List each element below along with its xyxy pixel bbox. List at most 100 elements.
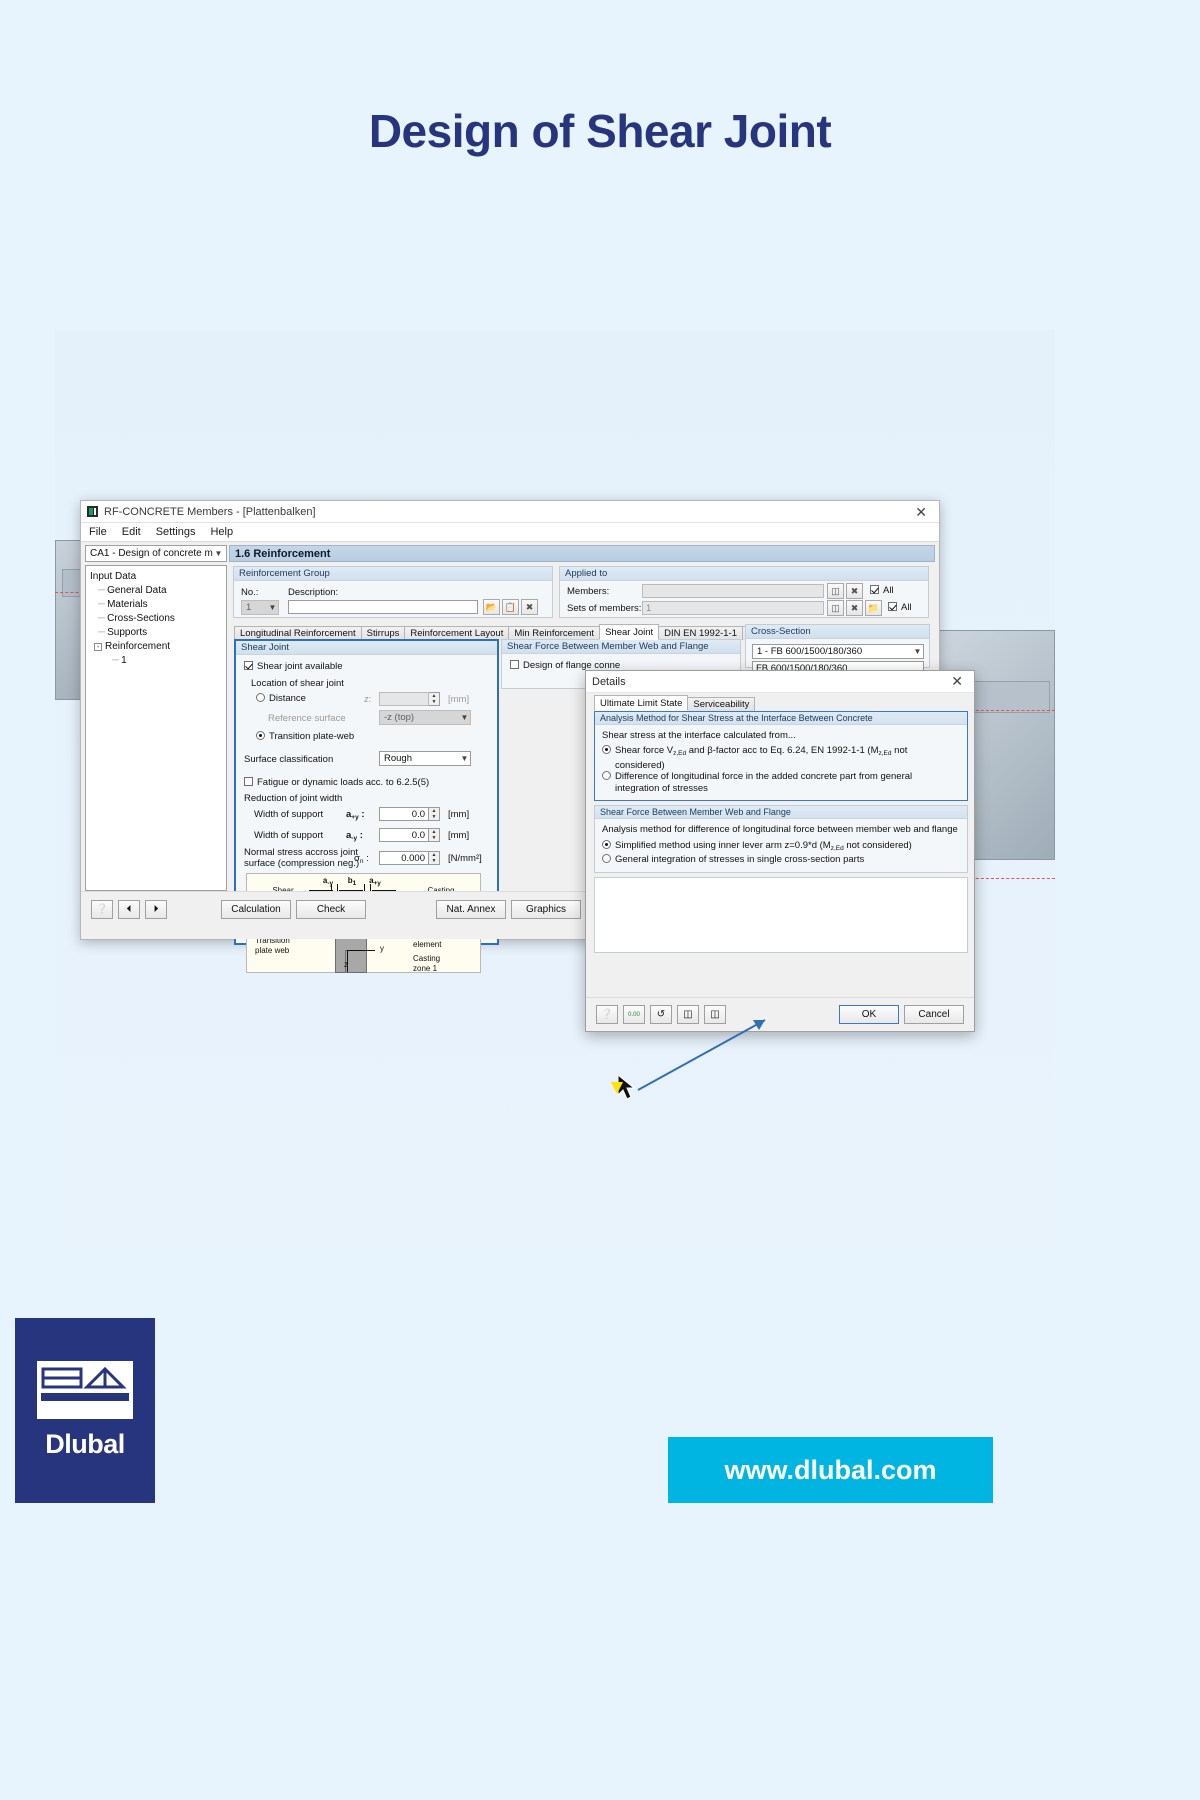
details-export-icon-button[interactable]: ◫ bbox=[704, 1005, 726, 1024]
transition-plate-web-radio[interactable]: Transition plate-web bbox=[256, 731, 354, 742]
radio-icon bbox=[602, 771, 611, 780]
tree-collapse-icon[interactable]: - bbox=[94, 643, 102, 651]
details-help-icon-button[interactable]: ❔ bbox=[596, 1005, 618, 1024]
folder-sets-icon[interactable]: 📁 bbox=[865, 600, 882, 616]
website-url-bar[interactable]: www.dlubal.com bbox=[668, 1437, 993, 1503]
tab-min-reinforcement[interactable]: Min Reinforcement bbox=[508, 626, 601, 640]
menu-item-edit[interactable]: Edit bbox=[122, 526, 141, 538]
clear-members-icon[interactable]: ✖ bbox=[846, 583, 863, 599]
close-icon[interactable]: ✕ bbox=[946, 673, 968, 690]
reinforcement-group-box: Reinforcement Group No.: Description: 1 … bbox=[233, 566, 553, 618]
tree-item-supports[interactable]: ─ Supports bbox=[88, 626, 224, 640]
tab-stirrups[interactable]: Stirrups bbox=[360, 626, 406, 640]
distance-radio[interactable]: Distance bbox=[256, 693, 306, 704]
navigator-pane: CA1 - Design of concrete memb ▼ Input Da… bbox=[85, 545, 227, 891]
tree-item-reinforcement[interactable]: - Reinforcement bbox=[88, 640, 224, 654]
diagram-label-transition-plate-web: Transition plate web bbox=[255, 936, 313, 956]
width-of-support-1-unit: [mm] bbox=[448, 809, 470, 820]
tab-reinforcement-layout[interactable]: Reinforcement Layout bbox=[404, 626, 510, 640]
tree-item-input-data[interactable]: Input Data bbox=[88, 570, 224, 584]
design-case-selector[interactable]: CA1 - Design of concrete memb ▼ bbox=[85, 545, 227, 562]
select-sets-icon[interactable]: ◫ bbox=[827, 600, 844, 616]
shear-joint-panel-title: Shear Joint bbox=[236, 641, 497, 655]
tree-item-materials[interactable]: ─ Materials bbox=[88, 598, 224, 612]
details-shear-force-option-2[interactable]: General integration of stresses in singl… bbox=[602, 854, 864, 866]
next-view-icon-button[interactable]: ⏵ bbox=[145, 900, 167, 919]
delete-group-icon[interactable]: ✖ bbox=[521, 599, 538, 615]
analysis-method-option-2[interactable]: Difference of longitudinal force in the … bbox=[602, 771, 960, 795]
menu-item-settings[interactable]: Settings bbox=[156, 526, 196, 538]
design-case-value: CA1 - Design of concrete memb bbox=[90, 548, 213, 559]
prev-view-icon-button[interactable]: ⏴ bbox=[118, 900, 140, 919]
diagram-axis-y-label: y bbox=[380, 944, 384, 953]
details-cancel-button[interactable]: Cancel bbox=[904, 1005, 964, 1024]
normal-stress-input[interactable]: 0.000 bbox=[379, 851, 429, 865]
close-icon[interactable]: ✕ bbox=[909, 505, 933, 519]
width-of-support-1-input-group[interactable]: 0.0 ▲ ▼ bbox=[379, 807, 440, 821]
menu-bar: File Edit Settings Help bbox=[81, 523, 939, 542]
details-dialog-title: Details bbox=[592, 675, 626, 688]
sets-input[interactable]: 1 bbox=[642, 601, 824, 615]
z-stepper[interactable]: ▲ ▼ bbox=[429, 692, 440, 706]
dlubal-logo: Dlubal bbox=[15, 1318, 155, 1503]
new-group-icon[interactable]: 📂 bbox=[483, 599, 500, 615]
clear-sets-icon[interactable]: ✖ bbox=[846, 600, 863, 616]
l1: Casting bbox=[413, 954, 441, 963]
width-of-support-2-input-group[interactable]: 0.0 ▲ ▼ bbox=[379, 828, 440, 842]
calculation-button[interactable]: Calculation bbox=[221, 900, 291, 919]
tab-serviceability[interactable]: Serviceability bbox=[687, 697, 756, 711]
tab-ultimate-limit-state[interactable]: Ultimate Limit State bbox=[594, 695, 689, 711]
tab-shear-joint[interactable]: Shear Joint bbox=[599, 624, 660, 640]
description-input[interactable] bbox=[288, 600, 478, 614]
normal-stress-input-group[interactable]: 0.000 ▲ ▼ bbox=[379, 851, 440, 865]
tree-dash-icon: ─ bbox=[98, 599, 106, 610]
members-all-checkbox[interactable]: All bbox=[870, 585, 894, 596]
normal-stress-stepper[interactable]: ▲ ▼ bbox=[429, 851, 440, 865]
graphics-button[interactable]: Graphics bbox=[511, 900, 581, 919]
tree-item-general-data[interactable]: ─ General Data bbox=[88, 584, 224, 598]
tab-longitudinal-reinforcement[interactable]: Longitudinal Reinforcement bbox=[234, 626, 362, 640]
app-icon bbox=[87, 506, 98, 517]
z-input-group[interactable]: ▲ ▼ bbox=[379, 692, 440, 706]
analysis-method-option-1[interactable]: Shear force Vz,Ed and β-factor acc to Eq… bbox=[602, 745, 960, 772]
details-ok-button[interactable]: OK bbox=[839, 1005, 899, 1024]
tree-item-cross-sections[interactable]: ─ Cross-Sections bbox=[88, 612, 224, 626]
diagram-axis-z-label: z bbox=[344, 960, 348, 969]
checkbox-icon bbox=[510, 660, 519, 669]
details-shear-force-option-1[interactable]: Simplified method using inner lever arm … bbox=[602, 840, 912, 855]
tree-item-reinforcement-1[interactable]: ─ 1 bbox=[88, 654, 224, 668]
cross-section-select[interactable]: 1 - FB 600/1500/180/360 ▼ bbox=[752, 644, 924, 659]
width-of-support-1-label: Width of support bbox=[254, 809, 324, 820]
reference-surface-select[interactable]: -z (top) ▼ bbox=[379, 710, 471, 725]
select-members-icon[interactable]: ◫ bbox=[827, 583, 844, 599]
copy-group-icon[interactable]: 📋 bbox=[502, 599, 519, 615]
surface-classification-label: Surface classification bbox=[244, 754, 334, 765]
width-of-support-1-input[interactable]: 0.0 bbox=[379, 807, 429, 821]
help-icon-button[interactable]: ❔ bbox=[91, 900, 113, 919]
s1: z,Ed bbox=[673, 750, 687, 757]
all-label: All bbox=[901, 602, 912, 613]
menu-item-file[interactable]: File bbox=[89, 526, 107, 538]
width-of-support-2-stepper[interactable]: ▲ ▼ bbox=[429, 828, 440, 842]
nat-annex-button[interactable]: Nat. Annex bbox=[436, 900, 506, 919]
members-input[interactable] bbox=[642, 584, 824, 598]
reinforcement-group-no-select[interactable]: 1 ▼ bbox=[241, 600, 279, 615]
details-reset-icon-button[interactable]: ↺ bbox=[650, 1005, 672, 1024]
check-button[interactable]: Check bbox=[296, 900, 366, 919]
surface-classification-select[interactable]: Rough ▼ bbox=[379, 751, 471, 766]
t1: Simplified method using inner lever arm … bbox=[615, 840, 831, 851]
width-of-support-1-stepper[interactable]: ▲ ▼ bbox=[429, 807, 440, 821]
menu-item-help[interactable]: Help bbox=[210, 526, 233, 538]
sub: 1 bbox=[352, 880, 357, 887]
details-button-bar: ❔ 0.00 ↺ ◫ ◫ OK Cancel bbox=[586, 997, 974, 1031]
sets-all-checkbox[interactable]: All bbox=[888, 602, 912, 613]
details-import-icon-button[interactable]: ◫ bbox=[677, 1005, 699, 1024]
details-calculator-icon-button[interactable]: 0.00 bbox=[623, 1005, 645, 1024]
fatigue-checkbox[interactable]: Fatigue or dynamic loads acc. to 6.2.5(5… bbox=[244, 777, 429, 788]
width-of-support-2-input[interactable]: 0.0 bbox=[379, 828, 429, 842]
diagram-dim-a-minus-y: a-y bbox=[319, 876, 337, 889]
tab-din-en-1992-1-1[interactable]: DIN EN 1992-1-1 bbox=[658, 626, 744, 640]
z-input[interactable] bbox=[379, 692, 429, 706]
shear-joint-available-checkbox[interactable]: Shear joint available bbox=[244, 661, 343, 672]
radio-icon bbox=[256, 731, 265, 740]
